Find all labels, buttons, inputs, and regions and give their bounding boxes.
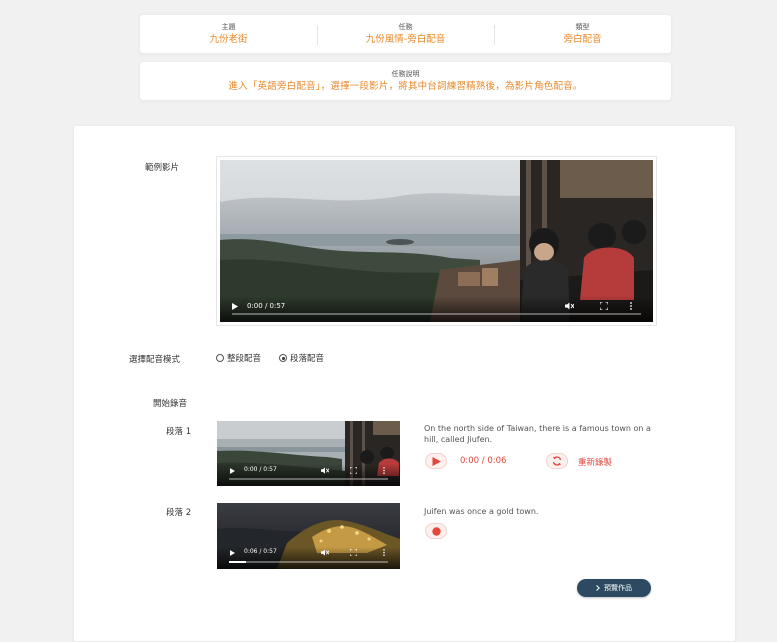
fullscreen-icon[interactable] [350, 549, 357, 556]
chevron-right-icon [596, 585, 600, 591]
segment-2-text: Juifen was once a gold town. [424, 507, 539, 516]
theme-column: 主題 九份老街 [140, 15, 317, 53]
example-video-progress[interactable] [232, 313, 641, 315]
segment-2-video-time: 0:06 / 0:57 [244, 548, 277, 555]
segment-1-label: 段落 1 [166, 427, 192, 437]
more-icon[interactable] [383, 549, 385, 556]
task-value: 九份風情-旁白配音 [365, 33, 446, 45]
radio-segment[interactable] [279, 354, 288, 362]
segment-2-label: 段落 2 [166, 508, 192, 518]
mute-icon[interactable] [321, 467, 329, 474]
mode-option-segment-label: 段落配音 [290, 354, 325, 364]
segment-2-progress[interactable] [229, 561, 388, 563]
play-icon [432, 456, 441, 466]
segment-1-progress[interactable] [229, 478, 388, 480]
task-description-card: 任務說明 進入「英語旁白配音」，選擇一段影片，將其中台詞練習精熟後，為影片角色配… [139, 61, 672, 101]
mode-radio-group: 整段配音 段落配音 [216, 352, 336, 364]
task-info-card: 主題 九份老街 任務 九份風情-旁白配音 類型 旁白配音 [139, 14, 672, 54]
theme-value: 九份老街 [209, 33, 248, 45]
segment-1-play-button[interactable] [425, 453, 447, 469]
mute-icon[interactable] [565, 302, 574, 310]
mute-icon[interactable] [321, 549, 329, 556]
type-label: 類型 [575, 22, 590, 31]
play-icon[interactable] [232, 303, 238, 310]
more-icon[interactable] [383, 467, 385, 474]
task-label: 任務 [398, 22, 413, 31]
play-icon[interactable] [230, 550, 235, 556]
segment-2-video[interactable]: 0:06 / 0:57 [217, 503, 400, 569]
segment-1-rerecord-icon-button[interactable] [546, 453, 568, 469]
preview-work-button[interactable]: 預覽作品 [577, 579, 651, 597]
mode-option-segment[interactable]: 段落配音 [279, 352, 324, 364]
segment-1-text: On the north side of Taiwan, there is a … [424, 424, 651, 444]
refresh-icon [552, 456, 562, 466]
segment-1-video-time: 0:00 / 0:57 [244, 466, 277, 473]
mode-label: 選擇配音模式 [129, 355, 181, 365]
task-column: 任務 九份風情-旁白配音 [317, 15, 494, 53]
more-icon[interactable] [630, 302, 632, 310]
play-icon[interactable] [230, 468, 235, 474]
example-video-label: 範例影片 [145, 163, 180, 173]
preview-work-label: 預覽作品 [604, 584, 632, 592]
example-video-time: 0:00 / 0:57 [247, 302, 286, 310]
record-icon [431, 526, 441, 536]
type-column: 類型 旁白配音 [494, 15, 671, 53]
mode-option-full[interactable]: 整段配音 [216, 352, 261, 364]
description-label: 任務說明 [391, 69, 420, 78]
recording-label: 開始錄音 [153, 399, 188, 409]
example-video-player[interactable]: 0:00 / 0:57 [217, 157, 656, 325]
fullscreen-icon[interactable] [600, 302, 608, 310]
segment-1-playback-time: 0:00 / 0:06 [460, 456, 507, 466]
fullscreen-icon[interactable] [350, 467, 357, 474]
segment-2-record-button[interactable] [425, 523, 447, 539]
segment-2-progress-fill [229, 561, 246, 563]
description-text: 進入「英語旁白配音」，選擇一段影片，將其中台詞練習精熟後，為影片角色配音。 [228, 80, 583, 92]
radio-full[interactable] [216, 354, 224, 362]
mode-option-full-label: 整段配音 [227, 354, 262, 364]
segment-1-video[interactable]: 0:00 / 0:57 [217, 421, 400, 486]
segment-1-rerecord-label[interactable]: 重新錄製 [578, 456, 612, 468]
type-value: 旁白配音 [563, 33, 602, 45]
theme-label: 主題 [221, 22, 236, 31]
